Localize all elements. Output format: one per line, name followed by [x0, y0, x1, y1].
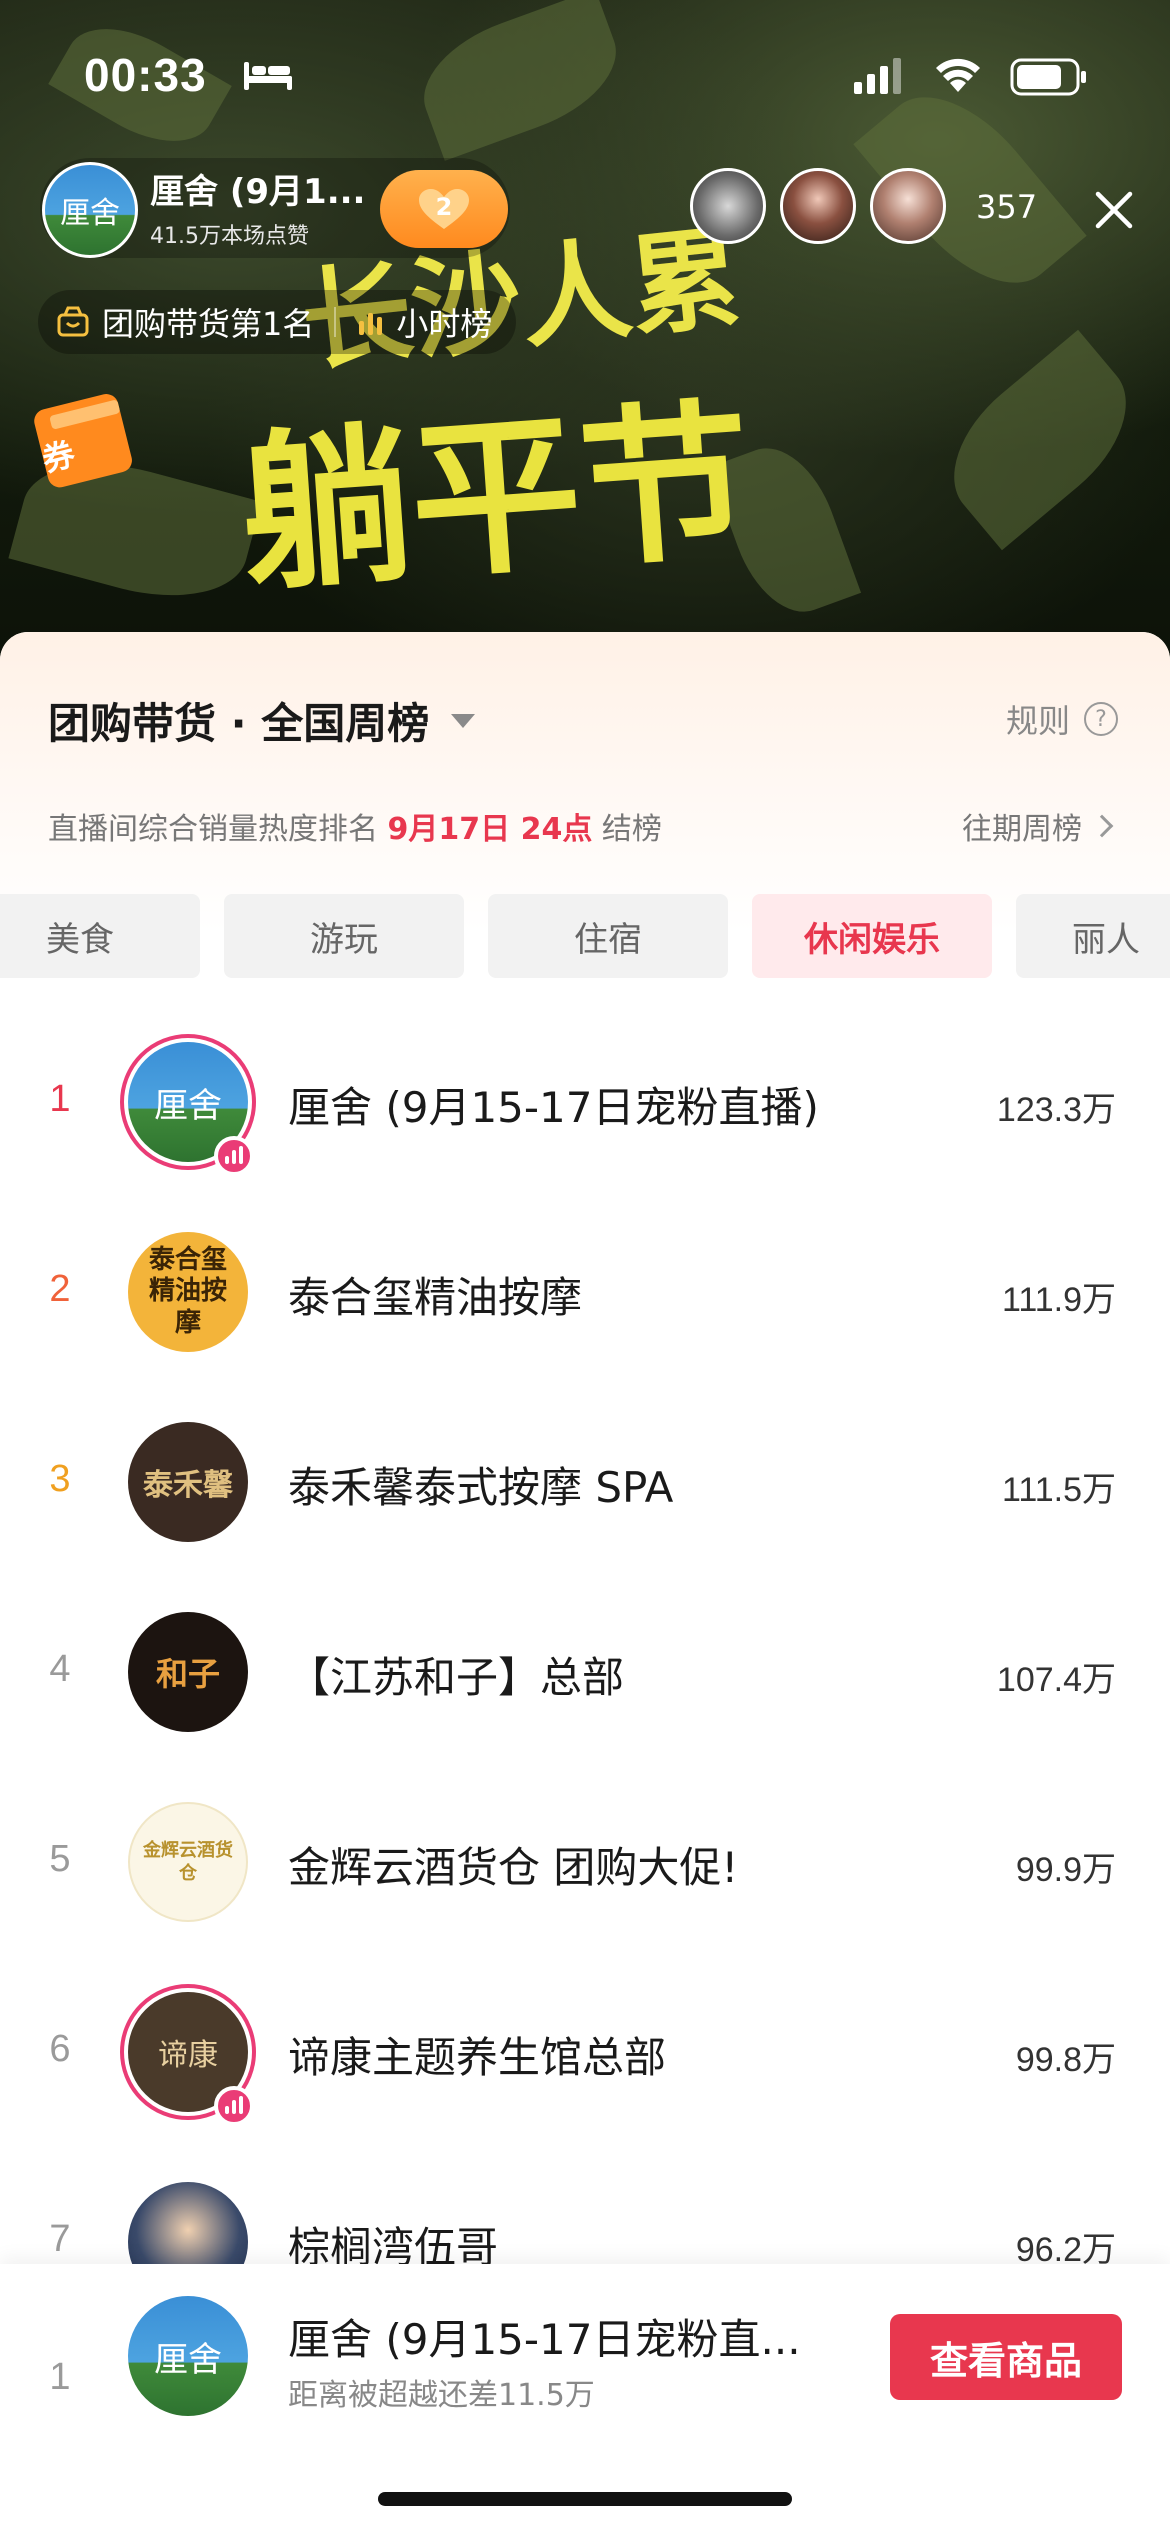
rules-link[interactable]: 规则 ? — [1006, 696, 1118, 742]
shop-score: 111.9万 — [1001, 1281, 1116, 1319]
shop-score: 111.5万 — [1001, 1471, 1116, 1509]
rank-number: 7 — [49, 2218, 71, 2260]
chip-divider — [334, 307, 337, 337]
close-icon[interactable] — [1090, 186, 1138, 234]
ranking-title-dropdown[interactable]: 团购带货 · 全国周榜 — [48, 690, 476, 751]
ranking-row[interactable]: 4 和子 【江苏和子】总部 107.4万 — [0, 1580, 1170, 1770]
live-indicator-icon — [214, 2086, 254, 2126]
tab-play[interactable]: 游玩 — [224, 894, 464, 978]
hourly-rank-label: 小时榜 — [396, 305, 493, 343]
viewer-avatar[interactable] — [690, 168, 766, 244]
subtitle-prefix: 直播间综合销量热度排名 — [48, 812, 378, 847]
ranking-title: 团购带货 · 全国周榜 — [48, 699, 430, 748]
rank-number: 1 — [49, 1078, 71, 1120]
shop-score: 107.4万 — [996, 1661, 1116, 1699]
rank-number: 4 — [49, 1648, 71, 1690]
rank-number: 2 — [49, 1268, 71, 1310]
subtitle-suffix: 结榜 — [601, 812, 662, 847]
shop-name: 谛康主题养生馆总部 — [288, 2033, 667, 2082]
my-avatar[interactable]: 厘舍 — [128, 2296, 248, 2416]
viewer-avatar[interactable] — [780, 168, 856, 244]
my-shop-name: 厘舍 (9月15-17日宠粉直... — [288, 2315, 801, 2364]
shop-avatar[interactable]: 泰合玺精油按摩 — [128, 1232, 248, 1352]
chevron-right-icon — [1090, 814, 1114, 838]
host-likes: 41.5万本场点赞 — [150, 224, 309, 249]
status-bar: 00:33 — [0, 0, 1170, 150]
home-indicator[interactable] — [378, 2492, 792, 2506]
ranking-sheet: 团购带货 · 全国周榜 规则 ? 直播间综合销量热度排名 9月17日 24点 结… — [0, 632, 1170, 2532]
battery-icon — [1010, 58, 1086, 96]
ranking-row[interactable]: 6 谛康 谛康主题养生馆总部 99.8万 — [0, 1960, 1170, 2150]
shop-name: 泰禾馨泰式按摩 SPA — [288, 1463, 674, 1512]
caret-down-icon — [451, 713, 476, 728]
rank-number: 6 — [49, 2028, 71, 2070]
sleep-mode-icon — [244, 62, 292, 90]
group-buy-rank-label: 团购带货第1名 — [102, 305, 315, 343]
shop-score: 123.3万 — [996, 1091, 1116, 1129]
shop-name: 泰合玺精油按摩 — [288, 1273, 583, 1322]
category-tabs: 美食 游玩 住宿 休闲娱乐 丽人 — [0, 894, 1170, 980]
shop-avatar[interactable]: 和子 — [128, 1612, 248, 1732]
fan-club-button[interactable]: 2 — [380, 170, 508, 248]
view-products-button[interactable]: 查看商品 — [890, 2314, 1122, 2400]
shop-name: 金辉云酒货仓 团购大促! — [288, 1843, 739, 1892]
shop-avatar[interactable]: 金辉云酒货仓 — [128, 1802, 248, 1922]
my-rank-number: 1 — [49, 2356, 71, 2398]
shop-score: 99.9万 — [1015, 1851, 1116, 1889]
shop-avatar[interactable]: 泰禾馨 — [128, 1422, 248, 1542]
ranking-row[interactable]: 3 泰禾馨 泰禾馨泰式按摩 SPA 111.5万 — [0, 1390, 1170, 1580]
fan-club-count: 2 — [435, 193, 453, 221]
shop-basket-icon — [57, 306, 89, 337]
rank-number: 5 — [49, 1838, 71, 1880]
subtitle-date: 9月17日 24点 — [387, 812, 593, 847]
ranking-row[interactable]: 5 金辉云酒货仓 金辉云酒货仓 团购大促! 99.9万 — [0, 1770, 1170, 1960]
gap-text: 距离被超越还差11.5万 — [288, 2378, 595, 2413]
shop-score: 99.8万 — [1015, 2041, 1116, 2079]
host-name: 厘舍 (9月1... — [150, 172, 366, 212]
status-time: 00:33 — [84, 49, 207, 101]
group-buy-rank-chip[interactable]: 团购带货第1名 小时榜 — [38, 290, 517, 354]
rules-label: 规则 — [1005, 702, 1070, 740]
wifi-icon — [936, 58, 980, 92]
host-avatar[interactable]: 厘舍 — [42, 162, 138, 258]
help-icon: ? — [1084, 702, 1118, 736]
ranking-row[interactable]: 1 厘舍 厘舍 (9月15-17日宠粉直播) 123.3万 — [0, 1010, 1170, 1200]
past-rankings-link[interactable]: 往期周榜 — [962, 804, 1114, 848]
viewer-count[interactable]: 357 — [976, 188, 1037, 226]
sheet-header-gradient — [0, 632, 1170, 932]
rank-number: 3 — [49, 1458, 71, 1500]
live-indicator-icon — [214, 1136, 254, 1176]
shop-name: 【江苏和子】总部 — [288, 1653, 625, 1702]
tab-beauty[interactable]: 丽人 — [1016, 894, 1170, 978]
banner-title-line2: 躺平节 — [234, 380, 758, 616]
tab-stay[interactable]: 住宿 — [488, 894, 728, 978]
past-rankings-label: 往期周榜 — [962, 812, 1082, 847]
shop-name: 厘舍 (9月15-17日宠粉直播) — [288, 1083, 819, 1132]
tab-leisure[interactable]: 休闲娱乐 — [752, 894, 992, 978]
live-video-background: 长沙人累 躺平节 00:33 厘舍 厘舍 (9月1... 41.5万本场点赞 2… — [0, 0, 1170, 700]
my-rank-bar: 1 厘舍 厘舍 (9月15-17日宠粉直... 距离被超越还差11.5万 查看商… — [0, 2264, 1170, 2532]
coupon-button[interactable]: 券 — [34, 392, 138, 488]
cellular-signal-icon — [854, 58, 901, 94]
ranking-row[interactable]: 2 泰合玺精油按摩 泰合玺精油按摩 111.9万 — [0, 1200, 1170, 1390]
leaf-decoration — [924, 329, 1156, 551]
ranking-subtitle: 直播间综合销量热度排名 9月17日 24点 结榜 — [48, 804, 662, 848]
heart-badge-icon: 2 — [417, 187, 471, 231]
tab-food[interactable]: 美食 — [0, 894, 200, 978]
viewer-avatar[interactable] — [870, 168, 946, 244]
bar-chart-icon — [359, 313, 383, 335]
